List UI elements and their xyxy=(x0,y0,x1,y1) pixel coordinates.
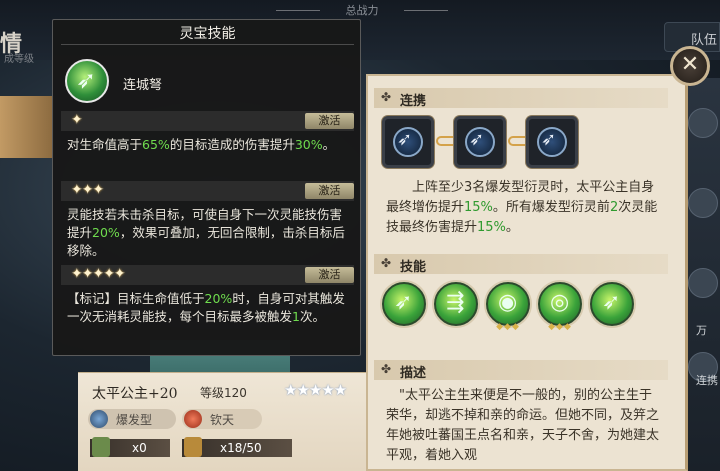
burst-type-icon xyxy=(90,410,108,428)
skill-gems: ◆◆◆ xyxy=(496,322,520,332)
tier-text: 。 xyxy=(322,137,336,152)
skill-icon[interactable]: ◉ xyxy=(486,282,530,326)
arrow-icon: ➶ xyxy=(469,129,485,150)
treasure-skill-tooltip: 灵宝技能 ➶ 连城弩 ✦ 激活 对生命值高于65%的目标造成的伤害提升30%。 … xyxy=(52,19,361,356)
tier-text: 【标记】目标生命值低于 xyxy=(67,291,205,306)
tier-value: 20% xyxy=(204,291,233,306)
character-info-panel: 太平公主+20 等级120 ★★★★★ 爆发型 钦天 x0 x18/50 xyxy=(78,372,366,471)
detail-panel: ✤ 连携 ➶ ➶ ➶ 上阵至少3名爆发型衍灵时，太平公主自身最终增伤提升15%。… xyxy=(366,74,688,471)
treasure-skill-icon: ➶ xyxy=(65,59,109,103)
tier-stars: ✦✦✦ xyxy=(71,182,104,198)
vortex-icon: ◉ xyxy=(498,290,518,315)
character-level: 等级120 xyxy=(200,386,247,400)
side-label: 连携 xyxy=(696,374,718,387)
skills-section-title: 技能 xyxy=(400,260,427,275)
crossbow-icon: ➶ xyxy=(394,290,413,315)
total-power-label: 总战力 xyxy=(262,2,462,18)
fragment-count: x18/50 xyxy=(220,441,262,455)
tier-stars: ✦✦✦✦✦ xyxy=(71,266,126,282)
side-menu-button[interactable] xyxy=(688,188,718,218)
tier-stars: ✦ xyxy=(71,112,83,128)
tier-bar: ✦✦✦✦✦ 激活 xyxy=(61,265,354,285)
chain-value: 2 xyxy=(609,200,619,215)
side-label: 万 xyxy=(696,324,707,337)
treasure-skill-icon[interactable]: ➶ xyxy=(590,282,634,326)
skill-icon[interactable]: ⇶ xyxy=(434,282,478,326)
chain-unit-slot[interactable]: ➶ xyxy=(454,116,506,168)
bio-section-header: ✤ 描述 xyxy=(374,360,668,381)
fragment-icon xyxy=(184,437,202,457)
skill-icon[interactable]: ➶ xyxy=(382,282,426,326)
crossbow-icon: ➶ xyxy=(602,290,621,315)
chain-section-header: ✤ 连携 xyxy=(374,88,668,109)
activated-badge: 激活 xyxy=(305,113,354,129)
clover-icon: ✤ xyxy=(381,362,392,376)
activated-badge: 激活 xyxy=(305,267,354,283)
target-icon: ◎ xyxy=(550,290,570,315)
item-icon xyxy=(92,437,110,457)
side-menu-button[interactable] xyxy=(688,268,718,298)
crossbow-icon: ➶ xyxy=(76,66,97,94)
side-tab[interactable] xyxy=(0,96,54,158)
resource-counter: x0 xyxy=(90,437,170,457)
tooltip-title: 灵宝技能 xyxy=(179,26,236,42)
chain-value: 15% xyxy=(464,200,493,215)
tier-bar: ✦✦✦ 激活 xyxy=(61,181,354,201)
tier-text: 的目标造成的伤害提升 xyxy=(169,137,295,152)
faction-icon xyxy=(184,410,202,428)
arrow-icon: ➶ xyxy=(541,129,557,150)
chain-text: 。所有爆发型衍灵前 xyxy=(492,200,610,215)
chain-section-title: 连携 xyxy=(400,94,427,109)
tier-description: 对生命值高于65%的目标造成的伤害提升30%。 xyxy=(67,136,351,154)
tier-text: 次。 xyxy=(299,309,325,324)
chain-unit-slot[interactable]: ➶ xyxy=(526,116,578,168)
type-tag-label: 爆发型 xyxy=(116,413,153,427)
skills-section-header: ✤ 技能 xyxy=(374,254,668,275)
skill-icon[interactable]: ◎ xyxy=(538,282,582,326)
chain-description: 上阵至少3名爆发型衍灵时，太平公主自身最终增伤提升15%。所有爆发型衍灵前2次灵… xyxy=(386,178,662,238)
character-name: 太平公主+20 xyxy=(92,386,178,402)
bio-section-title: 描述 xyxy=(400,366,427,381)
arrow-volley-icon: ⇶ xyxy=(446,290,465,315)
skill-name: 连城弩 xyxy=(123,78,163,93)
chain-value: 15% xyxy=(477,220,506,235)
close-icon: ✕ xyxy=(680,52,700,77)
level-label-fragment: 成等级 xyxy=(4,54,34,65)
faction-tag-label: 钦天 xyxy=(210,413,235,427)
tier-value: 30% xyxy=(294,137,323,152)
tier-bar: ✦ 激活 xyxy=(61,111,354,131)
resource-count: x0 xyxy=(132,441,147,455)
type-tag[interactable]: 爆发型 xyxy=(88,409,176,429)
tier-value: 65% xyxy=(142,137,170,152)
chain-text: 。 xyxy=(505,220,519,235)
character-star-rating: ★★★★★ xyxy=(284,381,347,399)
close-button[interactable]: ✕ xyxy=(670,46,710,86)
divider xyxy=(61,44,354,45)
activated-badge: 激活 xyxy=(305,183,354,199)
tier-value: 1 xyxy=(292,309,300,324)
clover-icon: ✤ xyxy=(381,90,392,104)
faction-tag[interactable]: 钦天 xyxy=(182,409,262,429)
chain-unit-slot[interactable]: ➶ xyxy=(382,116,434,168)
tier-description: 【标记】目标生命值低于20%时，自身可对其触发一次无消耗灵能技，每个目标最多被触… xyxy=(67,290,351,326)
tier-value: 20% xyxy=(92,225,120,240)
clover-icon: ✤ xyxy=(381,256,392,270)
side-menu-button[interactable] xyxy=(688,108,718,138)
arrow-icon: ➶ xyxy=(397,129,413,150)
tier-description: 灵能技若未击杀目标，可使自身下一次灵能技伤害提升20%，效果可叠加，无回合限制，… xyxy=(67,206,351,260)
tier-text: 对生命值高于 xyxy=(67,137,143,152)
bio-text: "太平公主生来便是不一般的，别的公主生于荣华，却逃不掉和亲的命运。但她不同，及笄… xyxy=(386,388,660,463)
fragment-counter: x18/50 xyxy=(182,437,292,457)
skill-gems: ◆◆◆ xyxy=(548,322,572,332)
